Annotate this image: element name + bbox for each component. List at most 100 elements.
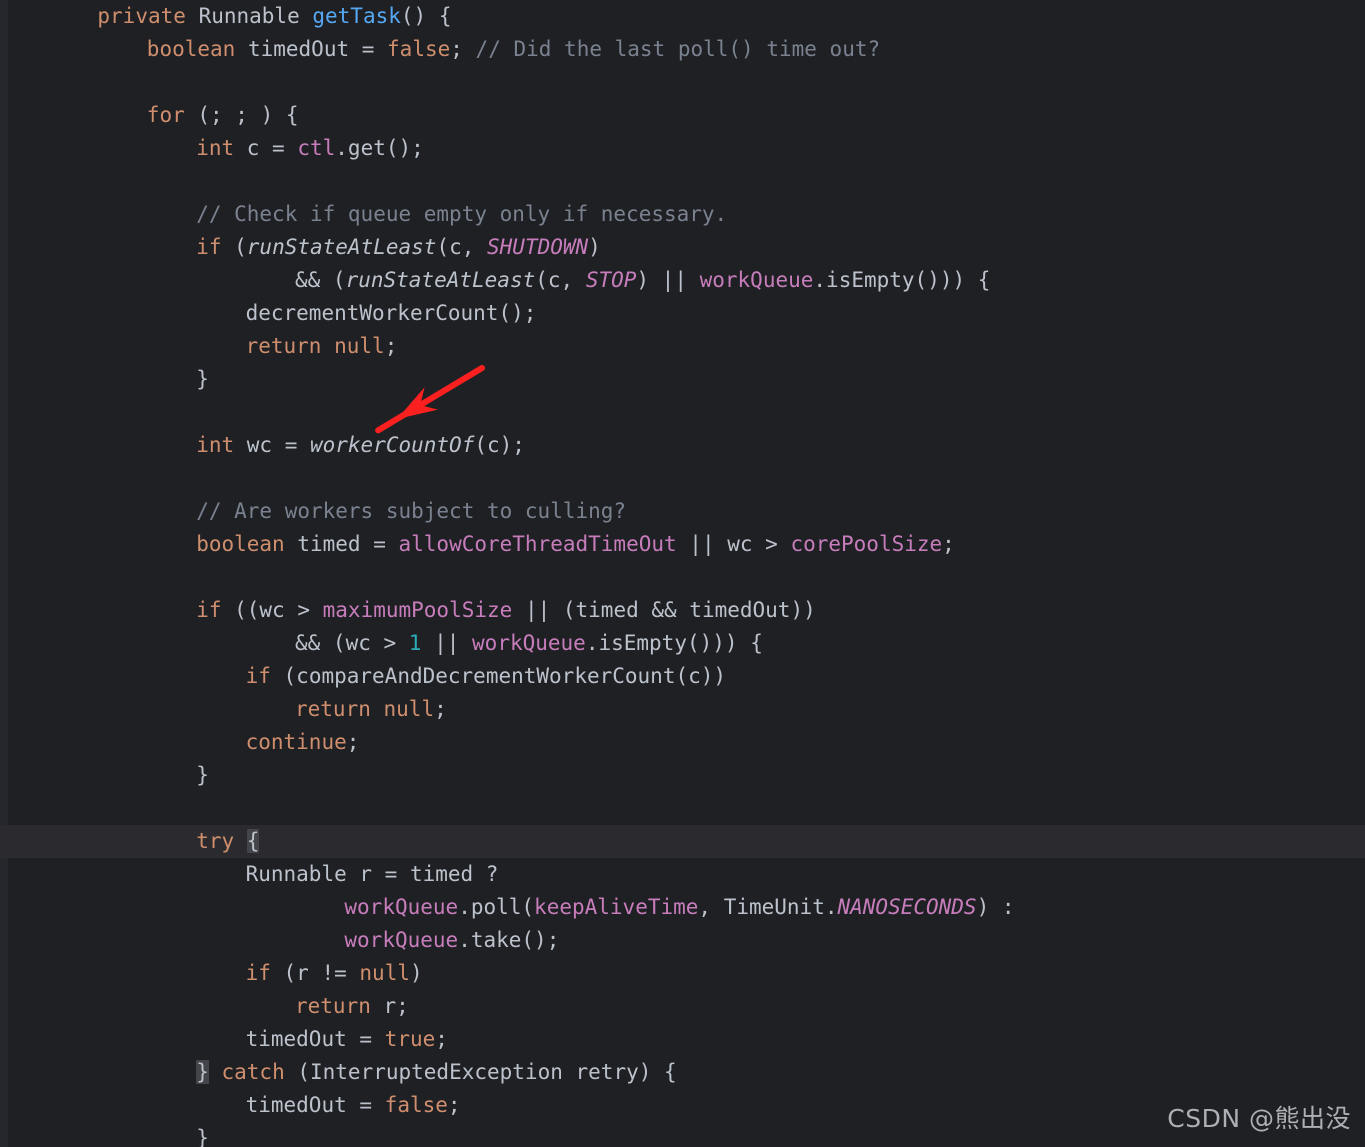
code-token: NANOSECONDS xyxy=(837,895,977,919)
code-token: workQueue xyxy=(472,631,586,655)
code-line[interactable] xyxy=(0,396,1365,429)
code-token: || xyxy=(421,631,473,655)
code-line[interactable]: && (wc > 1 || workQueue.isEmpty())) { xyxy=(0,627,1365,660)
code-token: getTask xyxy=(312,4,401,28)
code-token: boolean xyxy=(146,37,236,61)
code-token: workQueue xyxy=(344,928,459,952)
code-line[interactable]: private Runnable getTask() { xyxy=(0,0,1365,33)
code-line[interactable]: if (r != null) xyxy=(0,957,1365,990)
code-token: corePoolSize xyxy=(790,532,943,556)
code-token: true xyxy=(384,1027,436,1051)
code-line[interactable]: // Are workers subject to culling? xyxy=(0,495,1365,528)
code-token: (r != xyxy=(270,961,360,985)
code-token: () { xyxy=(400,4,452,28)
code-content[interactable]: private Runnable getTask() {boolean time… xyxy=(0,0,1365,1147)
csdn-watermark: CSDN @熊出没 xyxy=(1167,1104,1351,1133)
code-line[interactable]: } xyxy=(0,363,1365,396)
code-line[interactable]: workQueue.poll(keepAliveTime, TimeUnit.N… xyxy=(0,891,1365,924)
code-token: boolean xyxy=(196,532,285,556)
code-line[interactable]: continue; xyxy=(0,726,1365,759)
code-token: return xyxy=(295,994,371,1018)
code-token: .isEmpty())) { xyxy=(585,631,763,655)
code-token: null xyxy=(334,334,385,358)
code-token: .take(); xyxy=(458,928,560,952)
code-token: timedOut = xyxy=(235,37,388,61)
code-line[interactable]: if ((wc > maximumPoolSize || (timed && t… xyxy=(0,594,1365,627)
code-token: r; xyxy=(370,994,409,1018)
code-line[interactable] xyxy=(0,462,1365,495)
code-line[interactable]: } xyxy=(0,1122,1365,1147)
code-token: workerCountOf xyxy=(309,433,475,457)
code-token: } xyxy=(196,367,209,391)
code-token: && ( xyxy=(295,268,346,292)
code-token: workQueue xyxy=(344,895,459,919)
code-line[interactable]: boolean timed = allowCoreThreadTimeOut |… xyxy=(0,528,1365,561)
code-line[interactable]: int c = ctl.get(); xyxy=(0,132,1365,165)
code-token: SHUTDOWN xyxy=(487,235,589,259)
code-line[interactable]: // Check if queue empty only if necessar… xyxy=(0,198,1365,231)
code-token: ; xyxy=(434,697,447,721)
code-editor[interactable]: private Runnable getTask() {boolean time… xyxy=(0,0,1365,1147)
code-token: wc = xyxy=(234,433,310,457)
code-token: ) || xyxy=(636,268,700,292)
code-token: ; xyxy=(447,1093,461,1117)
code-token: null xyxy=(359,961,410,985)
code-token: ; xyxy=(450,37,476,61)
code-token: ) xyxy=(409,961,423,985)
code-line[interactable]: timedOut = true; xyxy=(0,1023,1365,1056)
code-line[interactable]: return r; xyxy=(0,990,1365,1023)
code-line[interactable]: return null; xyxy=(0,693,1365,726)
code-line[interactable] xyxy=(0,561,1365,594)
code-line[interactable]: workQueue.take(); xyxy=(0,924,1365,957)
code-token: ctl xyxy=(297,136,336,160)
code-token: null xyxy=(383,697,435,721)
code-token: , TimeUnit. xyxy=(698,895,838,919)
code-token: if xyxy=(245,961,271,985)
code-token: .get(); xyxy=(335,136,424,160)
code-token: if xyxy=(196,235,222,259)
code-line[interactable]: } catch (InterruptedException retry) { xyxy=(0,1056,1365,1089)
code-line[interactable]: timedOut = false; xyxy=(0,1089,1365,1122)
code-token: ( xyxy=(221,235,247,259)
code-line[interactable]: if (compareAndDecrementWorkerCount(c)) xyxy=(0,660,1365,693)
code-token: false xyxy=(384,1093,448,1117)
code-line[interactable]: try { xyxy=(0,825,1365,858)
code-token: Runnable r = timed ? xyxy=(245,862,499,886)
code-token: (; ; ) { xyxy=(184,103,299,127)
code-token: // Are workers subject to culling? xyxy=(196,499,627,523)
code-token: allowCoreThreadTimeOut xyxy=(398,532,677,556)
code-line[interactable]: return null; xyxy=(0,330,1365,363)
code-line[interactable]: if (runStateAtLeast(c, SHUTDOWN) xyxy=(0,231,1365,264)
code-token: || (timed && timedOut)) xyxy=(512,598,816,622)
code-line[interactable]: Runnable r = timed ? xyxy=(0,858,1365,891)
code-token: (InterruptedException retry) { xyxy=(284,1060,677,1084)
code-line[interactable]: boolean timedOut = false; // Did the las… xyxy=(0,33,1365,66)
code-token: workQueue xyxy=(699,268,814,292)
code-line[interactable] xyxy=(0,66,1365,99)
code-line[interactable]: } xyxy=(0,759,1365,792)
code-token: int xyxy=(196,433,235,457)
code-token: return xyxy=(245,334,322,358)
code-token: continue xyxy=(245,730,347,754)
code-token: // Did the last poll() time out? xyxy=(475,37,881,61)
code-token: timedOut = xyxy=(245,1027,385,1051)
brace-match-highlight: } xyxy=(196,1060,209,1084)
code-line[interactable]: int wc = workerCountOf(c); xyxy=(0,429,1365,462)
code-line[interactable]: decrementWorkerCount(); xyxy=(0,297,1365,330)
code-line[interactable] xyxy=(0,792,1365,825)
code-token: false xyxy=(387,37,451,61)
code-line[interactable]: && (runStateAtLeast(c, STOP) || workQueu… xyxy=(0,264,1365,297)
code-token: || wc > xyxy=(676,532,791,556)
code-line[interactable]: for (; ; ) { xyxy=(0,99,1365,132)
code-token: (c); xyxy=(474,433,525,457)
code-token: ; xyxy=(435,1027,448,1051)
code-token: if xyxy=(196,598,222,622)
code-token: (compareAndDecrementWorkerCount(c)) xyxy=(270,664,727,688)
code-token: for xyxy=(146,103,185,127)
code-line[interactable] xyxy=(0,165,1365,198)
code-token: int xyxy=(196,136,235,160)
